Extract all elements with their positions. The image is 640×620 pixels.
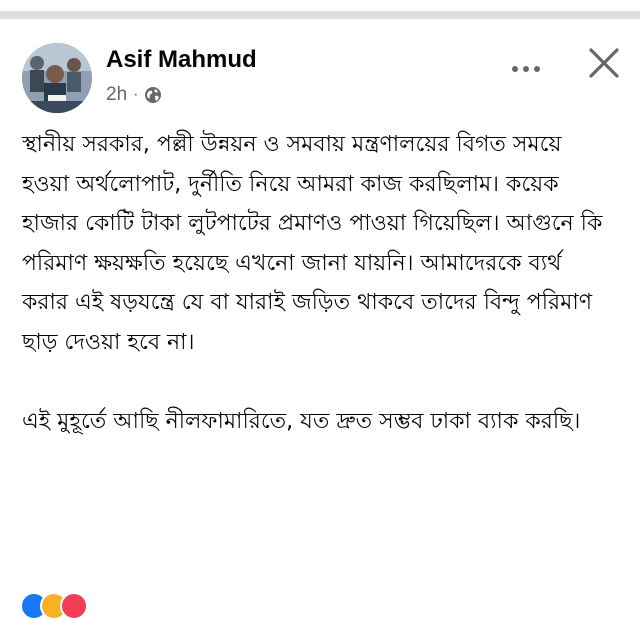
post-timestamp[interactable]: 2h xyxy=(106,84,127,106)
author-name[interactable]: Asif Mahmud xyxy=(106,45,257,75)
globe-icon[interactable] xyxy=(144,86,162,104)
post-body: স্থানীয় সরকার, পল্লী উন্নয়ন ও সমবায় ম… xyxy=(22,125,612,441)
post-paragraph: স্থানীয় সরকার, পল্লী উন্নয়ন ও সমবায় ম… xyxy=(22,132,603,355)
love-reaction-icon xyxy=(60,592,88,620)
more-options-button[interactable] xyxy=(502,49,550,89)
feed-divider xyxy=(0,11,640,19)
more-horizontal-icon xyxy=(512,66,518,72)
close-icon xyxy=(589,48,619,78)
close-button[interactable] xyxy=(580,39,628,87)
avatar[interactable] xyxy=(22,43,92,113)
reaction-summary[interactable] xyxy=(20,592,88,620)
post-paragraph: এই মুহূর্তে আছি নীলফামারিতে, যত দ্রুত সম… xyxy=(22,408,581,434)
post-meta: 2h · xyxy=(106,82,162,108)
meta-separator: · xyxy=(133,86,139,103)
post-card: Asif Mahmud 2h · স্থানীয় সরকার, পল্লী উ… xyxy=(0,19,640,620)
